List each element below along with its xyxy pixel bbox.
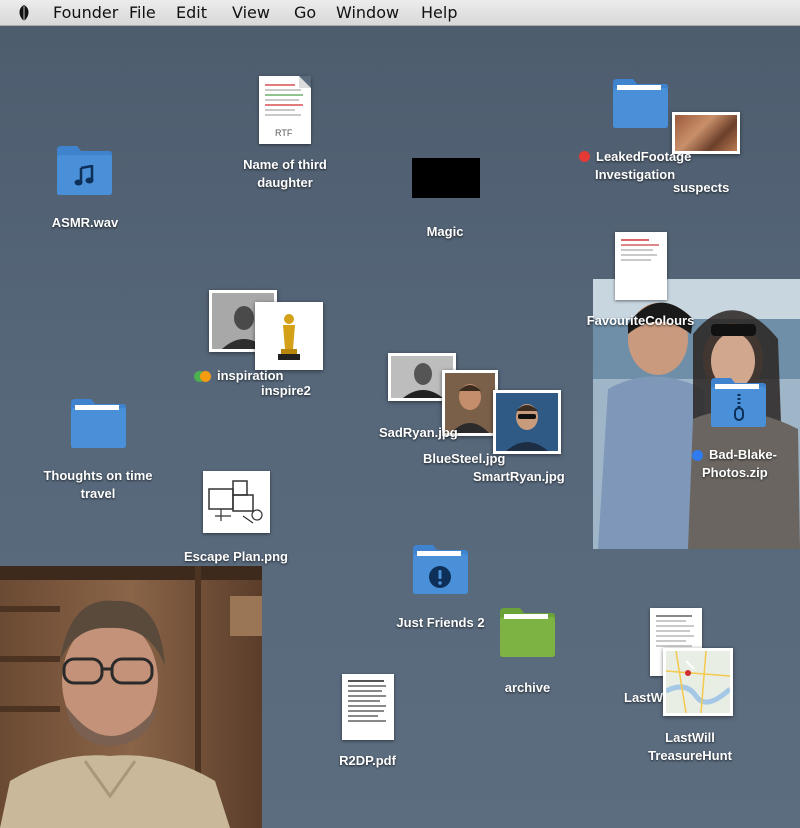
- founder-leaf-icon[interactable]: [15, 4, 33, 22]
- folder-icon: [71, 399, 126, 448]
- menu-help[interactable]: Help: [421, 3, 457, 22]
- badblake-label-line1: Bad-Blake-: [709, 447, 777, 462]
- lastwill-label-line2: TreasureHunt: [648, 748, 732, 763]
- rtf-badge: RTF: [275, 128, 293, 138]
- smartryan-thumbnail: [493, 390, 561, 454]
- smartryan-label: SmartRyan.jpg: [473, 469, 565, 484]
- bad-blake-zip[interactable]: Bad-Blake- Photos.zip: [688, 372, 800, 487]
- thoughts-label-line1: Thoughts on time: [43, 468, 153, 483]
- menu-view[interactable]: View: [232, 3, 270, 22]
- lastwill-stack[interactable]: LastW LastWill TreasureHunt: [620, 605, 760, 770]
- blue-tag-dot: [692, 450, 703, 461]
- menu-go[interactable]: Go: [294, 3, 316, 22]
- magic-label: Magic: [426, 224, 464, 239]
- black-thumbnail: [412, 158, 480, 198]
- sadryan-label: SadRyan.jpg: [379, 425, 458, 440]
- menu-app-name[interactable]: Founder: [53, 3, 118, 22]
- inspire2-label: inspire2: [261, 383, 311, 398]
- zipper-icon: [734, 394, 744, 421]
- suspects-label: suspects: [673, 180, 730, 195]
- leaked-label-line1: LeakedFootage: [596, 149, 692, 164]
- badblake-label-line2: Photos.zip: [702, 465, 768, 480]
- r2dp-label: R2DP.pdf: [339, 753, 396, 768]
- r2dp-pdf[interactable]: R2DP.pdf: [320, 672, 415, 777]
- pdf-document-icon: [342, 674, 394, 740]
- menu-edit[interactable]: Edit: [176, 3, 207, 22]
- archive-label: archive: [504, 680, 551, 695]
- rtf-document-icon: RTF: [259, 76, 311, 144]
- treasure-map-thumbnail: [663, 648, 733, 716]
- favourite-colours-doc[interactable]: FavouriteColours: [578, 230, 708, 335]
- folder-icon: [500, 608, 555, 657]
- menu-file[interactable]: File: [129, 3, 156, 22]
- escape-label: Escape Plan.png: [183, 549, 289, 564]
- folder-icon: [613, 79, 668, 128]
- map-icon: [666, 651, 730, 713]
- inspire2-thumbnail: [255, 302, 323, 370]
- red-tag-dot: [579, 151, 590, 162]
- rtf-label-line1: Name of third: [243, 157, 327, 172]
- oscar-statue-icon: [258, 305, 320, 367]
- webcam-video-overlay: [0, 566, 262, 828]
- lastwill-partial-label: LastW: [624, 690, 663, 705]
- ryan-photo-stack[interactable]: SadRyan.jpg BlueSteel.jpg SmartRyan.jpg: [375, 352, 590, 487]
- rtf-label-line2: daughter: [257, 175, 313, 190]
- favourite-label: FavouriteColours: [586, 313, 695, 328]
- floorplan-thumbnail: [203, 471, 270, 533]
- document-icon: [615, 232, 667, 300]
- presenter-video: [0, 566, 262, 828]
- asmr-folder[interactable]: ASMR.wav: [30, 140, 140, 235]
- magic-item[interactable]: Magic: [400, 155, 490, 245]
- archive-folder[interactable]: archive: [480, 603, 575, 698]
- rtf-document[interactable]: RTF Name of third daughter: [225, 74, 345, 194]
- menu-window[interactable]: Window: [336, 3, 399, 22]
- inspiration-stack[interactable]: inspiration inspire2: [190, 288, 330, 400]
- exclamation-icon: [429, 566, 451, 588]
- thoughts-label-line2: travel: [80, 486, 116, 501]
- menu-bar: Founder File Edit View Go Window Help: [0, 0, 800, 26]
- escape-plan-image[interactable]: Escape Plan.png: [175, 468, 300, 568]
- music-note-icon: [74, 165, 94, 186]
- asmr-label: ASMR.wav: [51, 215, 119, 230]
- bluesteel-label: BlueSteel.jpg: [423, 451, 506, 466]
- lastwill-label-line1: LastWill: [665, 730, 715, 745]
- orange-tag-dot: [200, 371, 211, 382]
- leaked-label-line2: Investigation: [595, 167, 676, 182]
- leaked-footage-folder[interactable]: LeakedFootage Investigation suspects: [575, 75, 755, 200]
- thoughts-folder[interactable]: Thoughts on time travel: [28, 395, 173, 505]
